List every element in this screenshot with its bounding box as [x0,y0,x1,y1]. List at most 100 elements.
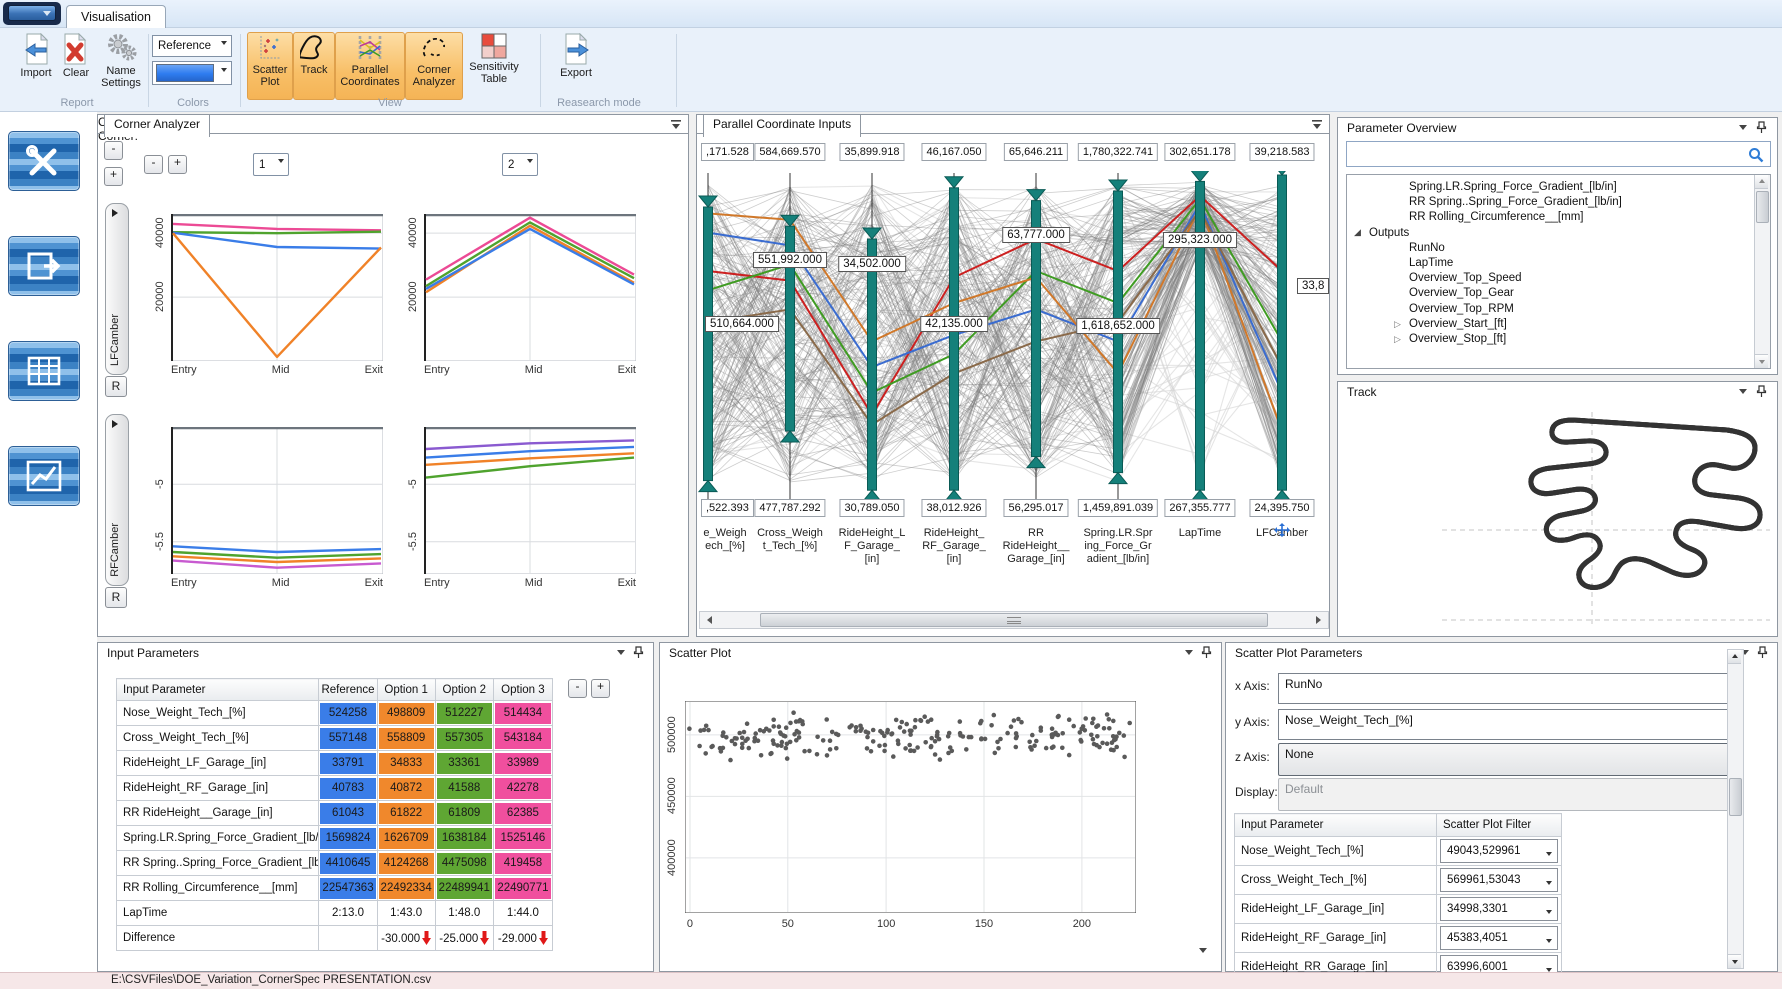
tree-item[interactable]: Overview_Top_RPM [1409,303,1514,315]
scroll-thumb[interactable] [760,613,1268,627]
x-axis-field[interactable]: RunNo [1278,673,1740,704]
export-window-button[interactable] [8,236,80,296]
tree-scrollbar[interactable] [1754,175,1770,368]
pc-horizontal-scrollbar[interactable] [699,611,1329,629]
add-option-button[interactable]: + [591,679,610,698]
filter-dropdown[interactable]: 569961,53043 [1440,868,1558,892]
tab-visualisation[interactable]: Visualisation [66,5,166,28]
reset-button[interactable]: R [105,376,127,397]
columns-remove-button[interactable]: - [144,155,163,174]
setup-tools-button[interactable] [8,131,80,191]
pin-icon[interactable] [633,646,644,659]
display-dropdown[interactable]: Default [1278,778,1740,811]
scatter-params-scrollbar[interactable] [1727,649,1744,969]
zoom-in-button[interactable]: + [104,167,123,186]
tree-item[interactable]: Overview_Top_Gear [1409,287,1514,299]
export-button[interactable]: Export [552,32,600,96]
panel-menu-icon[interactable] [1311,119,1323,130]
pin-icon[interactable] [1756,121,1767,134]
chart-view-button[interactable] [8,446,80,506]
corner-analyzer-label: Corner Analyzer [413,64,456,88]
search-icon[interactable] [1748,147,1764,163]
filter-dropdown[interactable]: 34998,3301 [1440,897,1558,921]
columns-add-button[interactable]: + [168,155,187,174]
scroll-right-icon[interactable] [1316,616,1325,624]
application-menu-button[interactable] [3,2,61,25]
reference-color-dropdown[interactable] [152,61,232,85]
parameter-name: Spring.LR.Spring_Force_Gradient_[lb/in] [117,826,319,851]
sensitivity-table-button[interactable]: Sensitivity Table [466,32,522,98]
axis-expander-lfcamber[interactable]: LFCamber [105,203,129,375]
panel-collapse-caret[interactable] [1739,125,1747,134]
scatter-options-caret[interactable] [1199,948,1207,957]
tools-icon [22,139,66,183]
laptime-value: 2:13.0 [319,901,377,926]
panel-collapse-caret[interactable] [1185,650,1193,659]
move-axis-icon[interactable] [1273,523,1291,537]
column-header[interactable]: Input Parameter [117,679,319,701]
x-tick-label: Entry [424,364,450,376]
filter-dropdown[interactable]: 45383,4051 [1440,926,1558,950]
y-axis-field[interactable]: Nose_Weight_Tech_[%] [1278,709,1740,740]
zoom-out-button[interactable]: - [104,141,123,160]
laptime-value: 1:48.0 [435,901,493,926]
filter-dropdown[interactable]: 49043,529961 [1440,839,1558,863]
remove-option-button[interactable]: - [568,679,587,698]
pin-icon[interactable] [1201,646,1212,659]
x-tick-label: Mid [272,364,290,376]
column-header[interactable]: Input Parameter [1235,814,1437,837]
column-header[interactable]: Option 2 [435,679,493,701]
table-row: RR RideHeight__Garage_[in]61043618226180… [117,801,553,826]
track-toggle-button[interactable]: Track [293,32,335,100]
column-header[interactable]: Option 3 [493,679,552,701]
tree-collapsed-icon[interactable]: ▷ [1394,334,1401,345]
chevron-down-icon [43,11,51,20]
reference-dropdown[interactable]: Reference [152,35,232,57]
scatter-plot-toggle-button[interactable]: Scatter Plot [247,32,293,100]
clear-button[interactable]: Clear [58,32,94,96]
panel-menu-icon[interactable] [670,119,682,130]
panel-collapse-caret[interactable] [1739,389,1747,398]
axis-name-label: LFCamber [109,314,121,366]
tree-item[interactable]: Overview_Top_Speed [1409,272,1522,284]
tree-expanded-icon[interactable]: ◢ [1354,227,1361,238]
pin-icon[interactable] [1757,646,1768,659]
column-header[interactable]: Reference [319,679,377,701]
axis-min-value: 56,295.017 [1003,499,1068,517]
tree-collapsed-icon[interactable]: ▷ [1394,319,1401,330]
corner-analyzer-toggle-button[interactable]: Corner Analyzer [405,32,463,100]
name-settings-button[interactable]: Name Settings [96,32,146,96]
column-header[interactable]: Scatter Plot Filter [1437,814,1562,837]
parallel-coordinates-toggle-button[interactable]: Parallel Coordinates [335,32,405,100]
value-chip: 4475098 [437,853,492,874]
data-table-button[interactable] [8,341,80,401]
x-tick-label: Entry [171,577,197,589]
tree-item[interactable]: LapTime [1409,257,1453,269]
pin-icon[interactable] [1756,385,1767,398]
track-outline [1531,420,1760,587]
corner-2-dropdown[interactable]: 2 [502,153,538,176]
tree-item[interactable]: RR Rolling_Circumference__[mm] [1409,211,1583,223]
axis-brush-value: 551,992.000 [753,252,827,268]
axis-expander-rfcamber[interactable]: RFCamber [105,414,129,586]
tree-item[interactable]: RunNo [1409,242,1445,254]
parameter-search-input[interactable] [1346,141,1771,167]
parallel-coordinates-tab[interactable]: Parallel Coordinate Inputs [703,114,861,137]
import-button[interactable]: Import [10,32,62,96]
value-chip: 419458 [495,853,551,874]
corner-analyzer-tab[interactable]: Corner Analyzer [104,114,210,137]
tree-item[interactable]: Overview_Stop_[ft] [1409,333,1506,345]
tree-item[interactable]: Outputs [1369,227,1409,239]
tree-item[interactable]: RR Spring..Spring_Force_Gradient_[lb/in] [1409,196,1622,208]
corner-1-dropdown[interactable]: 1 [253,153,289,176]
value-chip: 22489941 [437,878,492,899]
scroll-left-icon[interactable] [703,616,712,624]
reset-button[interactable]: R [105,587,127,608]
tree-item[interactable]: Overview_Start_[ft] [1409,318,1507,330]
z-axis-dropdown[interactable]: None [1278,743,1740,776]
column-header[interactable]: Option 1 [377,679,435,701]
clear-icon [61,33,91,65]
parallel-coordinates-canvas[interactable] [697,171,1329,501]
panel-collapse-caret[interactable] [617,650,625,659]
tree-item[interactable]: Spring.LR.Spring_Force_Gradient_[lb/in] [1409,181,1617,193]
